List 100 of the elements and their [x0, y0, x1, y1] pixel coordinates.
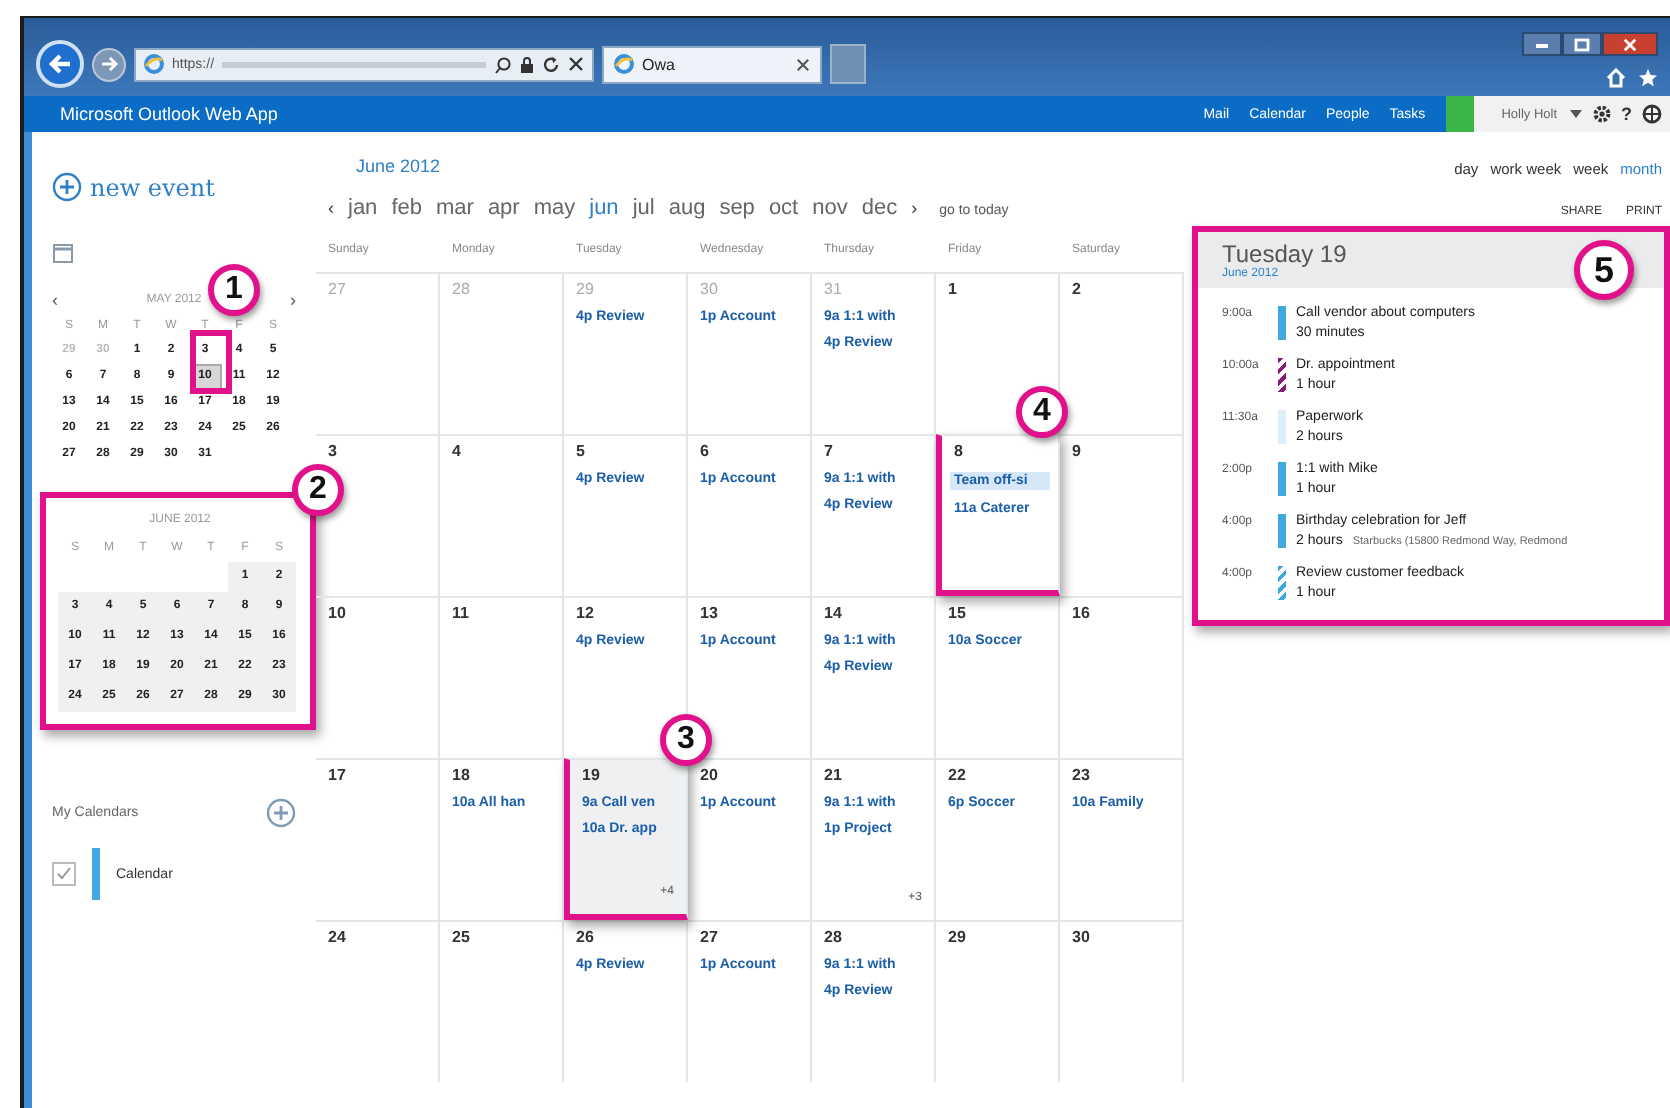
lock-icon	[520, 55, 534, 73]
period-link[interactable]: jan	[348, 196, 378, 220]
day-number: 12	[576, 604, 594, 622]
maximize-icon	[1574, 37, 1590, 51]
day-number: 1	[948, 280, 957, 298]
period-link[interactable]: mar	[435, 196, 474, 220]
day-cell[interactable]: 25	[440, 920, 564, 1082]
day-cell[interactable]: 10	[316, 596, 440, 758]
day-number: 24	[328, 928, 346, 946]
day-cell[interactable]: 9	[1060, 434, 1184, 596]
back-arrow-icon	[46, 50, 74, 78]
period-link[interactable]: dec	[861, 196, 898, 220]
globe-icon[interactable]	[1642, 104, 1662, 124]
callout-box	[190, 330, 232, 394]
period-link[interactable]: sep	[719, 196, 755, 220]
day-number: 4	[452, 442, 461, 460]
browser-logo-icon	[144, 54, 164, 74]
period-link[interactable]: jun	[589, 196, 619, 220]
callout-number: 2	[292, 464, 344, 516]
checkbox[interactable]	[52, 862, 76, 886]
day-number: 11	[452, 604, 469, 622]
day-cell[interactable]: 24	[316, 920, 440, 1082]
callout-number: 3	[660, 714, 712, 766]
close-icon[interactable]	[796, 57, 810, 71]
check-icon	[56, 866, 72, 882]
day-number: 28	[452, 280, 470, 298]
callout-number: 4	[1016, 386, 1068, 438]
day-number: 7	[824, 442, 833, 460]
day-cell[interactable]: 30	[1060, 920, 1184, 1082]
period-link[interactable]: apr	[487, 196, 520, 220]
day-number: 30	[700, 280, 718, 298]
day-number: 13	[700, 604, 718, 622]
day-number: 30	[1072, 928, 1090, 946]
browser-logo-icon	[614, 54, 634, 74]
maximize-button[interactable]	[1562, 32, 1602, 56]
previous-month-button[interactable]: ‹	[52, 290, 58, 310]
day-number: 19	[582, 766, 600, 784]
period-link[interactable]: feb	[391, 196, 422, 220]
day-number: 31	[824, 280, 842, 298]
minimize-button[interactable]	[1522, 32, 1562, 56]
day-number: 8	[954, 442, 963, 460]
day-number: 3	[328, 442, 337, 460]
home-icon[interactable]	[1606, 68, 1626, 88]
day-number: 5	[576, 442, 585, 460]
day-number: 23	[1072, 766, 1090, 784]
help-button[interactable]: ?	[1621, 104, 1632, 124]
day-number: 18	[452, 766, 470, 784]
day-number: 6	[700, 442, 709, 460]
add-icon[interactable]	[266, 798, 296, 828]
search-icon[interactable]	[494, 55, 512, 73]
previous-button[interactable]: ‹	[328, 198, 334, 218]
day-number: 10	[328, 604, 346, 622]
close-icon[interactable]	[568, 56, 584, 72]
period-link[interactable]: nov	[812, 196, 848, 220]
callout-number: 1	[208, 264, 260, 316]
day-cell[interactable]: 4	[440, 434, 564, 596]
day-number: 21	[824, 766, 842, 784]
minimize-icon	[1534, 38, 1550, 50]
period-link[interactable]: oct	[768, 196, 799, 220]
next-month-button[interactable]: ›	[290, 290, 296, 310]
refresh-icon[interactable]	[542, 55, 560, 73]
day-cell[interactable]: 11	[440, 596, 564, 758]
day-number: 28	[824, 928, 842, 946]
star-icon[interactable]	[1638, 68, 1658, 88]
day-number: 25	[452, 928, 470, 946]
day-title: Tuesday 19	[1222, 240, 1349, 268]
day-number: 14	[824, 604, 842, 622]
notification-tile[interactable]	[1445, 96, 1474, 132]
forward-button[interactable]	[92, 47, 126, 81]
day-cell[interactable]: 29	[936, 920, 1060, 1082]
day-cell[interactable]: 17	[316, 758, 440, 920]
back-button[interactable]	[36, 40, 84, 88]
close-icon	[1622, 37, 1638, 51]
app-title: Microsoft Outlook Web App	[58, 104, 280, 124]
day-number: 26	[576, 928, 594, 946]
day-number: 27	[700, 928, 718, 946]
period-link[interactable]: may	[533, 196, 576, 220]
new-event-button[interactable]: new event	[52, 172, 215, 202]
day-cell[interactable]: 16	[1060, 596, 1184, 758]
month-title: June 2012	[356, 156, 443, 176]
calendar-icon[interactable]	[52, 242, 74, 264]
day-number: 16	[1072, 604, 1090, 622]
add-icon	[52, 172, 82, 202]
day-number: 29	[576, 280, 594, 298]
day-number: 20	[700, 766, 718, 784]
close-button[interactable]	[1602, 32, 1658, 56]
forward-arrow-icon	[99, 54, 119, 74]
next-button[interactable]: ›	[911, 198, 918, 218]
day-number: 22	[948, 766, 966, 784]
caret-icon	[1569, 110, 1581, 118]
day-number: 27	[328, 280, 346, 298]
settings-icon[interactable]	[1591, 104, 1611, 124]
browser-tab[interactable]: Owa	[602, 45, 822, 83]
period-link[interactable]: aug	[668, 196, 706, 220]
day-number: 2	[1072, 280, 1081, 298]
day-number: 17	[328, 766, 346, 784]
day-number: 29	[948, 928, 966, 946]
period-link[interactable]: jul	[632, 196, 655, 220]
day-number: 15	[948, 604, 966, 622]
day-number: 9	[1072, 442, 1081, 460]
